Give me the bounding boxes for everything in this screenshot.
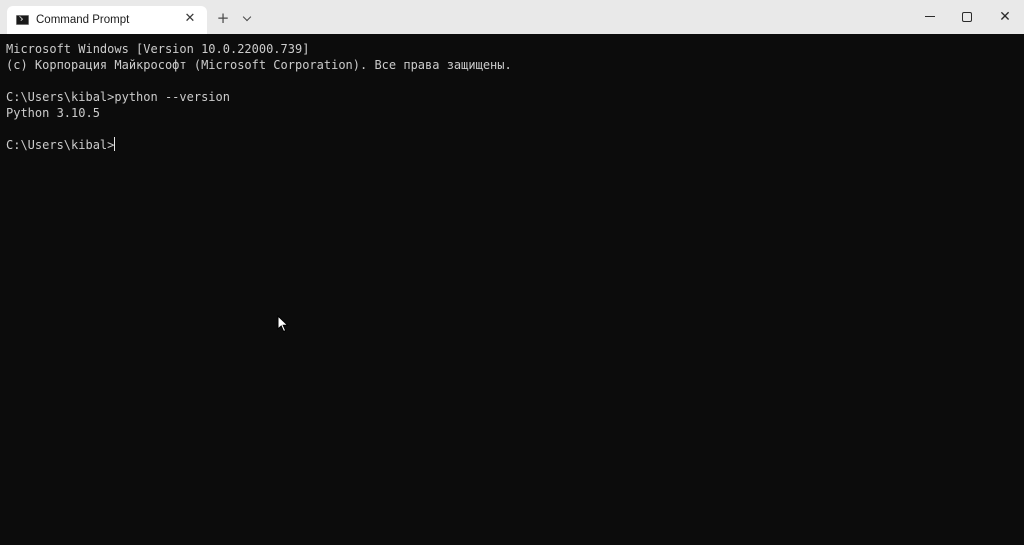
terminal-line: (c) Корпорация Майкрософт (Microsoft Cor… (6, 58, 512, 72)
close-icon: ✕ (999, 9, 1011, 25)
tab-dropdown-button[interactable] (238, 9, 256, 27)
tab-close-button[interactable]: ✕ (183, 12, 197, 26)
terminal-output[interactable]: Microsoft Windows [Version 10.0.22000.73… (0, 34, 1024, 545)
maximize-button[interactable] (948, 0, 986, 34)
terminal-prompt: C:\Users\kibal> (6, 138, 115, 152)
minimize-button[interactable] (911, 0, 949, 34)
maximize-icon (962, 12, 972, 22)
title-bar[interactable]: Command Prompt ✕ + ✕ (0, 0, 1024, 34)
mouse-pointer-icon (277, 315, 289, 333)
tab-command-prompt[interactable]: Command Prompt ✕ (7, 6, 207, 34)
close-window-button[interactable]: ✕ (986, 0, 1024, 34)
new-tab-button[interactable]: + (214, 9, 232, 27)
terminal-window: Command Prompt ✕ + ✕ Microsoft Windows [… (0, 0, 1024, 545)
tab-title: Command Prompt (36, 14, 130, 26)
minimize-icon (925, 16, 935, 17)
terminal-line: Python 3.10.5 (6, 106, 100, 120)
terminal-line: C:\Users\kibal>python --version (6, 90, 230, 104)
chevron-down-icon (242, 12, 252, 22)
cmd-icon (16, 15, 29, 25)
text-cursor (114, 137, 116, 151)
terminal-prompt-line[interactable]: C:\Users\kibal> (6, 137, 1024, 153)
terminal-line: Microsoft Windows [Version 10.0.22000.73… (6, 42, 310, 56)
